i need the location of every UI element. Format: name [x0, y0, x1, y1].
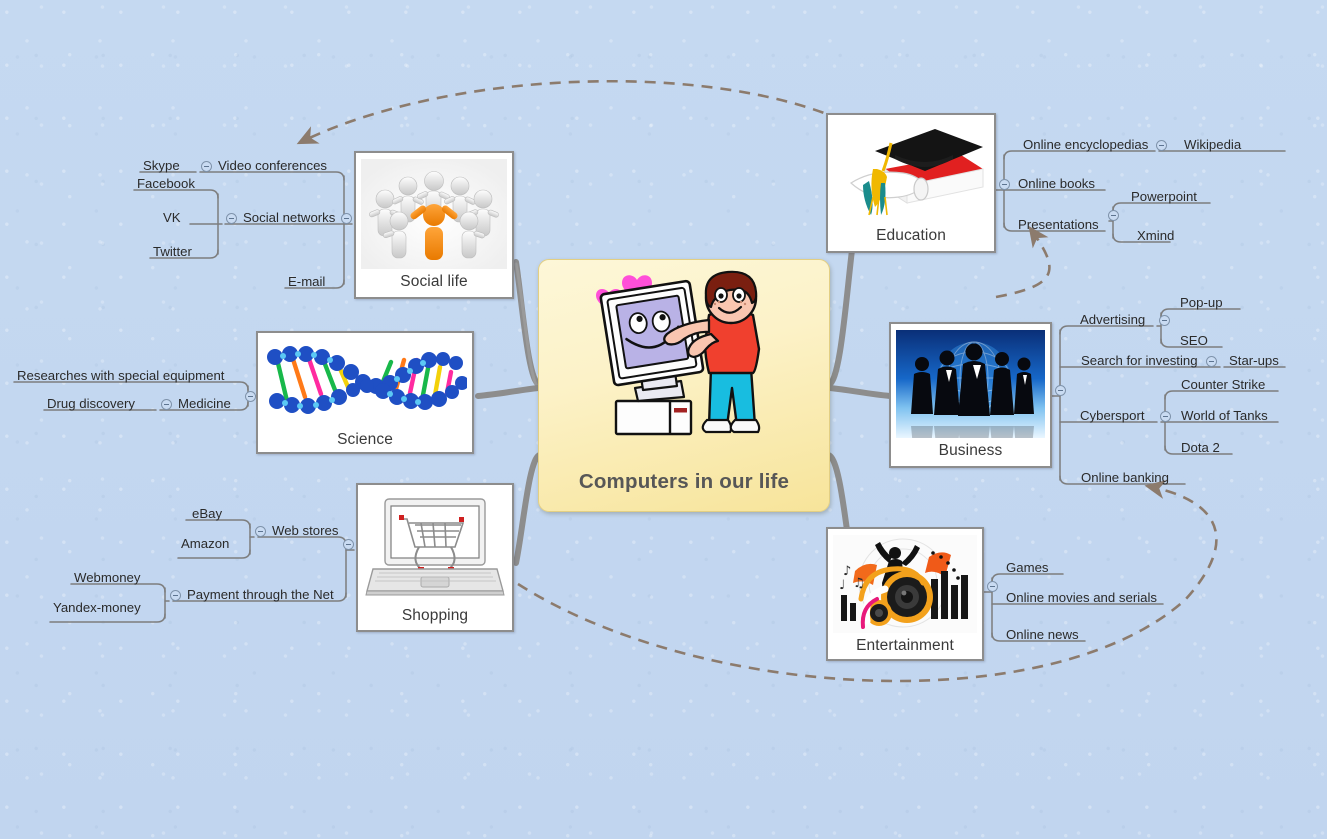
collapse-icon-shopping[interactable]: [343, 539, 354, 550]
topic-business[interactable]: Business: [889, 322, 1052, 468]
topic-label-science: Science: [337, 431, 393, 448]
collapse-icon-video-conferences[interactable]: [201, 161, 212, 172]
subtopic-skype[interactable]: Skype: [143, 159, 180, 172]
collapse-icon-online-encyclopedias[interactable]: [1156, 140, 1167, 151]
collapse-icon-social-life[interactable]: [341, 213, 352, 224]
subtopic-counter-strike[interactable]: Counter Strike: [1181, 378, 1265, 391]
graduation-cap-diploma-icon: [833, 121, 989, 223]
subtopic-presentations[interactable]: Presentations: [1018, 218, 1099, 231]
collapse-icon-science[interactable]: [245, 391, 256, 402]
collapse-icon-social-networks[interactable]: [226, 213, 237, 224]
topic-social-life[interactable]: Social life: [354, 151, 514, 299]
topic-education[interactable]: Education: [826, 113, 996, 253]
subtopic-twitter[interactable]: Twitter: [153, 245, 192, 258]
subtopic-medicine[interactable]: Medicine: [178, 397, 231, 410]
topic-label-social-life: Social life: [400, 273, 468, 290]
subtopic-games[interactable]: Games: [1006, 561, 1049, 574]
collapse-icon-presentations[interactable]: [1108, 210, 1119, 221]
subtopic-wikipedia[interactable]: Wikipedia: [1184, 138, 1241, 151]
dna-helix-icon: [263, 339, 467, 427]
subtopic-popup[interactable]: Pop-up: [1180, 296, 1223, 309]
central-topic-node[interactable]: Computers in our life: [538, 259, 830, 512]
subtopic-payment-net[interactable]: Payment through the Net: [187, 588, 334, 601]
collapse-icon-business[interactable]: [1055, 385, 1066, 396]
topic-shopping[interactable]: Shopping: [356, 483, 514, 632]
subtopic-world-of-tanks[interactable]: World of Tanks: [1181, 409, 1268, 422]
subtopic-dota2[interactable]: Dota 2: [1181, 441, 1220, 454]
subtopic-online-movies[interactable]: Online movies and serials: [1006, 591, 1157, 604]
collapse-icon-payment[interactable]: [170, 590, 181, 601]
topic-label-education: Education: [876, 227, 946, 244]
topic-science[interactable]: Science: [256, 331, 474, 454]
topic-label-shopping: Shopping: [401, 607, 469, 624]
business-people-globe-icon: [896, 330, 1045, 438]
subtopic-online-books[interactable]: Online books: [1018, 177, 1095, 190]
subtopic-online-encyclopedias[interactable]: Online encyclopedias: [1023, 138, 1148, 151]
collapse-icon-advertising[interactable]: [1159, 315, 1170, 326]
collapse-icon-education[interactable]: [999, 179, 1010, 190]
subtopic-vk[interactable]: VK: [163, 211, 181, 224]
subtopic-advertising[interactable]: Advertising: [1080, 313, 1145, 326]
subtopic-search-investing[interactable]: Search for investing: [1081, 354, 1198, 367]
svg-text:♫: ♫: [853, 576, 865, 591]
subtopic-webmoney[interactable]: Webmoney: [74, 571, 140, 584]
svg-text:♪: ♪: [843, 564, 851, 579]
subtopic-amazon[interactable]: Amazon: [181, 537, 229, 550]
subtopic-drug-discovery[interactable]: Drug discovery: [47, 397, 135, 410]
subtopic-yandex-money[interactable]: Yandex-money: [53, 601, 141, 614]
topic-entertainment[interactable]: ♪ ♫ ♩ Entertainment: [826, 527, 984, 661]
music-party-icon: ♪ ♫ ♩: [833, 535, 977, 633]
laptop-shopping-cart-icon: [363, 491, 507, 603]
collapse-icon-search-investing[interactable]: [1206, 356, 1217, 367]
collapse-icon-medicine[interactable]: [161, 399, 172, 410]
people-holding-hands-icon: [361, 159, 507, 269]
subtopic-web-stores[interactable]: Web stores: [272, 524, 338, 537]
topic-label-entertainment: Entertainment: [856, 637, 954, 654]
subtopic-seo[interactable]: SEO: [1180, 334, 1208, 347]
subtopic-online-banking[interactable]: Online banking: [1081, 471, 1169, 484]
subtopic-social-networks[interactable]: Social networks: [243, 211, 335, 224]
subtopic-xmind[interactable]: Xmind: [1137, 229, 1174, 242]
collapse-icon-web-stores[interactable]: [255, 526, 266, 537]
subtopic-researches[interactable]: Researches with special equipment: [17, 369, 224, 382]
boy-hugging-computer-icon: [596, 270, 761, 436]
collapse-icon-entertainment[interactable]: [987, 581, 998, 592]
subtopic-powerpoint[interactable]: Powerpoint: [1131, 190, 1197, 203]
subtopic-facebook[interactable]: Facebook: [137, 177, 195, 190]
subtopic-online-news[interactable]: Online news: [1006, 628, 1079, 641]
subtopic-video-conferences[interactable]: Video conferences: [218, 159, 327, 172]
collapse-icon-cybersport[interactable]: [1160, 411, 1171, 422]
svg-text:♩: ♩: [839, 578, 845, 593]
central-topic-title: Computers in our life: [578, 470, 790, 493]
subtopic-starups[interactable]: Star-ups: [1229, 354, 1279, 367]
topic-label-business: Business: [938, 442, 1003, 459]
subtopic-ebay[interactable]: eBay: [192, 507, 222, 520]
subtopic-email[interactable]: E-mail: [288, 275, 325, 288]
subtopic-cybersport[interactable]: Cybersport: [1080, 409, 1145, 422]
